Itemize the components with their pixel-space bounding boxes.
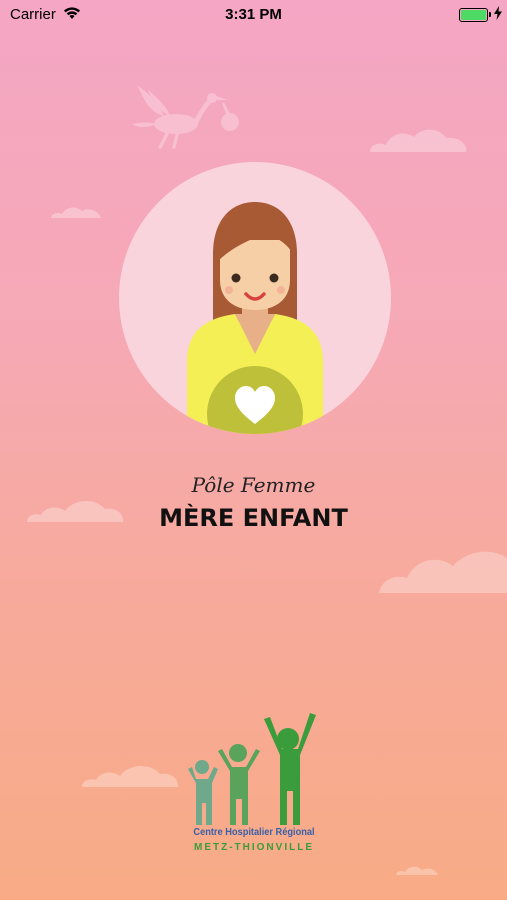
battery-icon [459, 8, 488, 22]
battery-tip [489, 12, 491, 17]
status-bar: Carrier 3:31 PM [0, 0, 507, 30]
battery-level [461, 10, 486, 20]
mother-illustration [119, 162, 391, 434]
cloud-icon [51, 207, 101, 218]
cloud-icon [379, 551, 507, 593]
cloud-icon [82, 765, 179, 787]
logo-text-line2: METZ-THIONVILLE [194, 842, 314, 853]
hospital-logo-figures [188, 713, 316, 825]
logo-text-line1: Centre Hospitalier Régional [193, 826, 315, 838]
splash-title: MÈRE ENFANT [159, 504, 348, 532]
stork-icon [132, 86, 239, 149]
status-time: 3:31 PM [225, 6, 282, 23]
charging-bolt-icon [494, 6, 502, 24]
hospital-logo: Centre Hospitalier Régional METZ-THIONVI… [184, 713, 324, 858]
splash-subtitle: Pôle Femme [191, 473, 316, 497]
cloud-icon [370, 129, 467, 152]
cloud-icon [396, 866, 438, 875]
